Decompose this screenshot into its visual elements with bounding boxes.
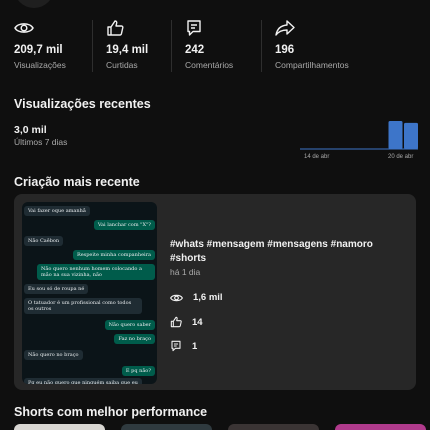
video-age: há 1 dia (170, 267, 201, 277)
chat-message-in: O tatuador é um profissional como todos … (24, 298, 142, 314)
best-shorts-title: Shorts com melhor performance (14, 405, 208, 419)
short-thumbnail[interactable] (121, 424, 212, 430)
chat-message-out: Faz no braço (114, 334, 155, 344)
stat-comments: 242 Comentários (171, 18, 261, 76)
stats-row: 209,7 mil Visualizações 19,4 mil Curtida… (0, 18, 430, 76)
video-views-metric: 1,6 mil (170, 292, 223, 303)
comment-icon (171, 340, 181, 352)
video-tags: #whats #mensagem #mensagens #namoro #sho… (170, 239, 373, 264)
chart-x-end-label: 20 de abr (388, 154, 413, 160)
recent-views-period: Últimos 7 dias (14, 137, 68, 147)
chart-bar (404, 122, 418, 149)
video-likes-metric: 14 (170, 316, 203, 328)
short-thumbnail[interactable] (335, 424, 426, 430)
chat-message-in: Vai fazer oque amanhã (24, 206, 90, 216)
stat-views-value: 209,7 mil (14, 44, 63, 56)
stat-shares: 196 Compartilhamentos (261, 18, 430, 76)
video-views-value: 1,6 mil (193, 292, 223, 303)
stat-likes-label: Curtidas (106, 60, 138, 70)
short-thumbnail[interactable] (228, 424, 319, 430)
video-likes-value: 14 (192, 316, 203, 328)
comment-icon (185, 18, 261, 38)
thumbs-up-icon (170, 316, 182, 328)
stat-views: 209,7 mil Visualizações (0, 18, 92, 76)
stat-shares-label: Compartilhamentos (275, 60, 349, 70)
stat-likes: 19,4 mil Curtidas (92, 18, 171, 76)
thumbs-up-icon (106, 18, 171, 38)
video-comments-value: 1 (192, 340, 198, 352)
stat-comments-value: 242 (185, 44, 205, 56)
recent-views-value: 3,0 mil (14, 124, 47, 136)
recent-views-chart[interactable]: 14 de abr 20 de abr (300, 116, 418, 162)
video-thumbnail[interactable]: Vai fazer oque amanhã Vai lanchar com "X"… (22, 202, 157, 384)
chat-message-in: Pq eu não quero que ninguém saiba que eu (24, 378, 142, 384)
chat-message-out: Não quero saber (104, 320, 155, 330)
stat-likes-value: 19,4 mil (106, 44, 149, 56)
chat-message-in: Não quero no braço (24, 350, 83, 360)
chat-message-out: Vai lanchar com "X"? (93, 220, 155, 230)
video-comments-metric: 1 (170, 340, 197, 352)
chat-message-out: Não quero nenhum homem colocando a mão n… (37, 264, 155, 280)
eye-icon (14, 18, 92, 38)
latest-creation-title: Criação mais recente (14, 175, 140, 189)
best-shorts-row (14, 424, 426, 430)
latest-video-card[interactable]: Vai fazer oque amanhã Vai lanchar com "X"… (14, 194, 416, 390)
chart-x-start-label: 14 de abr (304, 154, 329, 160)
stat-comments-label: Comentários (185, 60, 234, 70)
eye-icon (170, 294, 183, 301)
share-icon (275, 18, 430, 38)
short-thumbnail[interactable] (14, 424, 105, 430)
stat-views-label: Visualizações (14, 60, 66, 70)
recent-views-title: Visualizações recentes (14, 97, 151, 111)
channel-avatar (14, 0, 54, 8)
chat-message-in: Não Caêbon (24, 236, 64, 246)
stat-shares-value: 196 (275, 44, 295, 56)
chat-message-in: Eu sou só de roupa né (24, 284, 89, 294)
chart-bar (388, 121, 403, 149)
chat-message-out: E pq não? (121, 366, 155, 376)
chat-message-out: Respeite minha companheira (72, 250, 155, 260)
